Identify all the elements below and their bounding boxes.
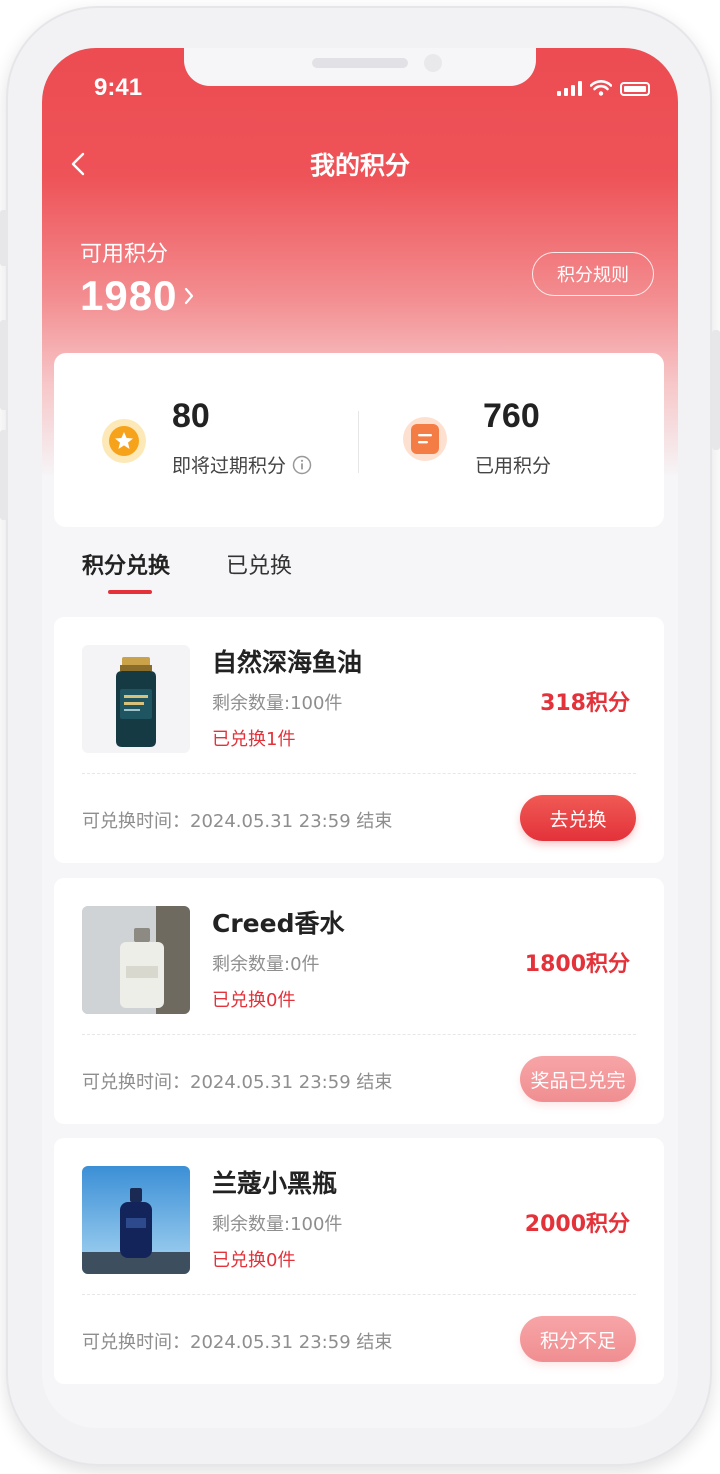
redeem-button[interactable]: 去兑换 (520, 795, 636, 841)
product-card: Creed香水 剩余数量:0件 已兑换0件 1800积分 可兑换时间：2024.… (54, 878, 664, 1124)
expiring-points-label: 即将过期积分 (172, 455, 287, 477)
product-redeemed-count: 已兑换0件 (212, 990, 296, 1011)
product-redeemed-count: 已兑换1件 (212, 729, 296, 750)
product-points-cost: 2000积分 (524, 1212, 630, 1237)
used-points-label: 已用积分 (475, 455, 552, 477)
wifi-icon (590, 80, 612, 96)
expiring-points-stat: 80 即将过期积分 (54, 353, 358, 527)
product-name: 兰蔻小黑瓶 (212, 1169, 338, 1198)
sold-out-button[interactable]: 奖品已兑完 (520, 1056, 636, 1102)
product-deadline: 可兑换时间：2024.05.31 23:59 结束 (82, 1332, 393, 1353)
document-icon (403, 417, 447, 461)
tab-exchanged[interactable]: 已兑换 (226, 548, 292, 594)
card-divider (82, 1034, 636, 1035)
tab-points-exchange[interactable]: 积分兑换 (82, 548, 170, 594)
points-rules-button[interactable]: 积分规则 (532, 252, 654, 296)
battery-icon (620, 82, 650, 96)
expiring-points-label-group: 即将过期积分 (172, 451, 312, 478)
used-points-value: 760 (483, 397, 540, 435)
speaker-grille (312, 58, 408, 68)
available-points-label: 可用积分 (80, 242, 169, 267)
front-camera (424, 54, 442, 72)
phone-volume-down-button (0, 430, 8, 520)
product-name: Creed香水 (212, 909, 345, 938)
exchange-tabs: 积分兑换 已兑换 (82, 548, 292, 594)
status-icons (557, 80, 650, 96)
used-points-stat: 760 已用积分 (359, 353, 664, 527)
card-divider (82, 773, 636, 774)
product-redeemed-count: 已兑换0件 (212, 1250, 296, 1271)
product-remaining: 剩余数量:100件 (212, 693, 343, 714)
phone-volume-up-button (0, 320, 8, 410)
product-points-cost: 1800积分 (524, 952, 630, 977)
product-card: 兰蔻小黑瓶 剩余数量:100件 已兑换0件 2000积分 可兑换时间：2024.… (54, 1138, 664, 1384)
star-coin-icon (102, 419, 146, 463)
product-card: 自然深海鱼油 剩余数量:100件 已兑换1件 318积分 可兑换时间：2024.… (54, 617, 664, 863)
status-time: 9:41 (94, 74, 143, 101)
product-name: 自然深海鱼油 (212, 648, 363, 677)
page-title: 我的积分 (309, 151, 410, 180)
card-divider (82, 1294, 636, 1295)
product-deadline: 可兑换时间：2024.05.31 23:59 结束 (82, 1072, 393, 1093)
info-icon[interactable] (292, 455, 312, 475)
chevron-right-icon (185, 287, 194, 305)
product-points-cost: 318积分 (540, 691, 630, 716)
app-screen: 9:41 我的积分 可用积分 1980 积分规则 80 即将过期积分 760 已… (42, 48, 678, 1428)
product-image-fish-oil (82, 645, 190, 753)
available-points-link[interactable]: 1980 (80, 272, 195, 320)
phone-side-button (0, 210, 8, 266)
product-remaining: 剩余数量:100件 (212, 1214, 343, 1235)
insufficient-points-button[interactable]: 积分不足 (520, 1316, 636, 1362)
signal-icon (557, 80, 582, 96)
device-notch (184, 48, 536, 86)
product-image-serum (82, 1166, 190, 1274)
product-remaining: 剩余数量:0件 (212, 954, 320, 975)
available-points-value: 1980 (80, 272, 178, 319)
product-image-perfume (82, 906, 190, 1014)
product-deadline: 可兑换时间：2024.05.31 23:59 结束 (82, 811, 393, 832)
expiring-points-value: 80 (172, 397, 210, 435)
points-stats-card: 80 即将过期积分 760 已用积分 (54, 353, 664, 527)
phone-power-button (712, 330, 720, 450)
